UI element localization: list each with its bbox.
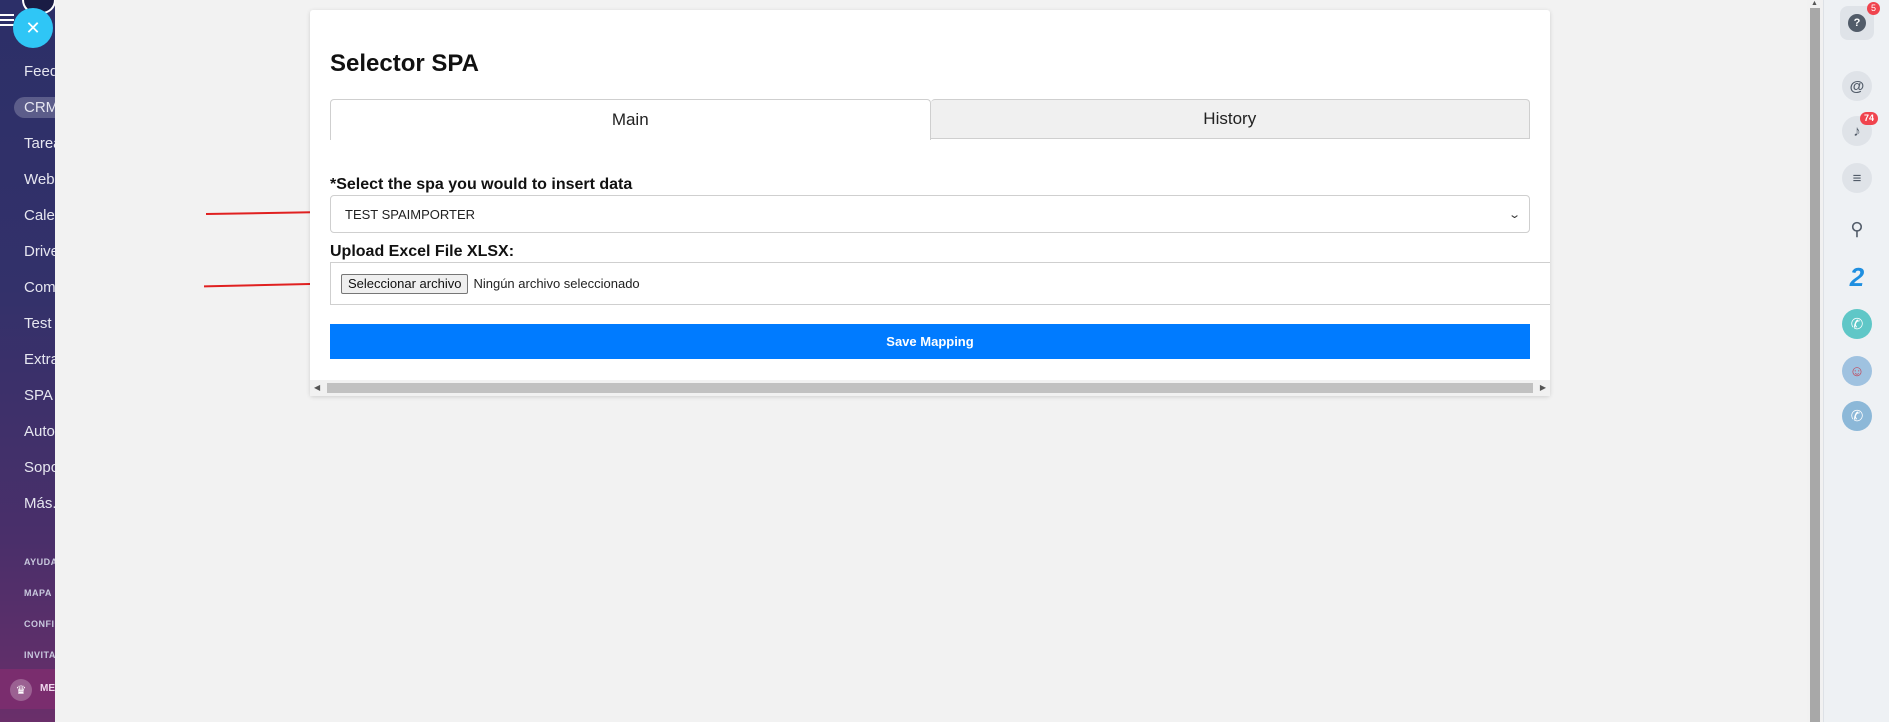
sidebar-user-bar[interactable]: ♛ ME — [0, 669, 55, 709]
selector-spa-card: Selector SPA Main History *Select the sp… — [310, 10, 1550, 396]
horizontal-scroll-thumb[interactable] — [327, 383, 1533, 393]
sidebar-link-invitar[interactable]: INVITA — [24, 650, 55, 660]
notifications-badge: 74 — [1859, 112, 1878, 125]
sidebar-item-feed[interactable]: Feed — [24, 63, 55, 80]
sidebar-item-crm[interactable]: CRM — [14, 97, 55, 118]
choose-file-button[interactable]: Seleccionar archivo — [341, 273, 469, 294]
upload-label: Upload Excel File XLSX: — [330, 243, 515, 260]
scroll-right-icon[interactable]: ▶ — [1540, 383, 1546, 392]
spa-select-value: TEST SPAIMPORTER — [345, 206, 476, 222]
close-slider-button[interactable]: ✕ — [13, 8, 53, 48]
sidebar-item-auto[interactable]: Auto — [24, 423, 55, 440]
right-panel: ? 5 @ ♪ 74 ≡ ⚲ 2 ✆ ☺ ✆ — [1823, 0, 1889, 722]
save-mapping-button[interactable]: Save Mapping — [330, 324, 1530, 359]
vertical-scrollbar[interactable]: ▲ — [1807, 0, 1823, 722]
sidebar-link-mapa[interactable]: MAPA — [24, 588, 52, 598]
file-upload-input[interactable]: Seleccionar archivo Ningún archivo selec… — [330, 262, 1550, 305]
sidebar-user-label: ME — [40, 683, 55, 694]
chat-icon[interactable]: ≡ — [1842, 163, 1872, 193]
help-icon: ? — [1848, 14, 1866, 32]
left-sidebar: ✕ Feed CRM Tarea Web Cale Drive Com Test… — [0, 0, 55, 722]
horizontal-scrollbar[interactable]: ◀ ▶ — [310, 380, 1550, 396]
chevron-down-icon: ⌄ — [1507, 208, 1521, 221]
spa-select[interactable]: TEST SPAIMPORTER ⌄ — [330, 195, 1530, 233]
tab-history[interactable]: History — [930, 99, 1530, 139]
annotation-arrow — [203, 282, 327, 288]
sidebar-item-test[interactable]: Test — [24, 315, 52, 332]
brand-icon[interactable]: 2 — [1842, 262, 1872, 292]
help-button[interactable]: ? 5 — [1840, 2, 1880, 40]
sidebar-item-soporte[interactable]: Sopo — [24, 459, 55, 476]
sidebar-item-web[interactable]: Web — [24, 171, 55, 188]
menu-icon[interactable] — [0, 14, 14, 28]
call-icon[interactable]: ✆ — [1842, 401, 1872, 431]
copilot-icon[interactable]: @ — [1842, 71, 1872, 101]
scroll-up-icon[interactable]: ▲ — [1811, 0, 1818, 7]
scroll-left-icon[interactable]: ◀ — [314, 383, 320, 392]
bell-icon[interactable]: ♪ 74 — [1842, 112, 1878, 146]
sidebar-link-ayuda[interactable]: AYUDA — [24, 557, 55, 567]
crown-icon: ♛ — [10, 679, 32, 701]
file-status-text: Ningún archivo seleccionado — [473, 276, 640, 291]
sidebar-item-spa[interactable]: SPA I — [24, 387, 55, 404]
sidebar-item-com[interactable]: Com — [24, 279, 55, 296]
sidebar-link-config[interactable]: CONFI — [24, 619, 55, 629]
vertical-scroll-thumb[interactable] — [1810, 8, 1820, 722]
sidebar-item-extra[interactable]: Extra — [24, 351, 55, 368]
sidebar-item-drive[interactable]: Drive — [24, 243, 55, 260]
select-spa-label: *Select the spa you would to insert data — [330, 176, 633, 193]
tab-main[interactable]: Main — [330, 99, 931, 140]
sidebar-item-calendar[interactable]: Cale — [24, 207, 55, 224]
sidebar-item-tareas[interactable]: Tarea — [24, 135, 55, 152]
tab-bar: Main History — [330, 99, 1530, 140]
sidebar-item-more[interactable]: Más... — [24, 495, 55, 512]
avatar-icon[interactable]: ☺ — [1842, 356, 1872, 386]
phone-icon[interactable]: ✆ — [1842, 309, 1872, 339]
search-icon[interactable]: ⚲ — [1842, 214, 1872, 244]
page-title: Selector SPA — [330, 50, 479, 77]
help-badge: 5 — [1866, 2, 1880, 15]
annotation-arrow — [205, 210, 327, 216]
